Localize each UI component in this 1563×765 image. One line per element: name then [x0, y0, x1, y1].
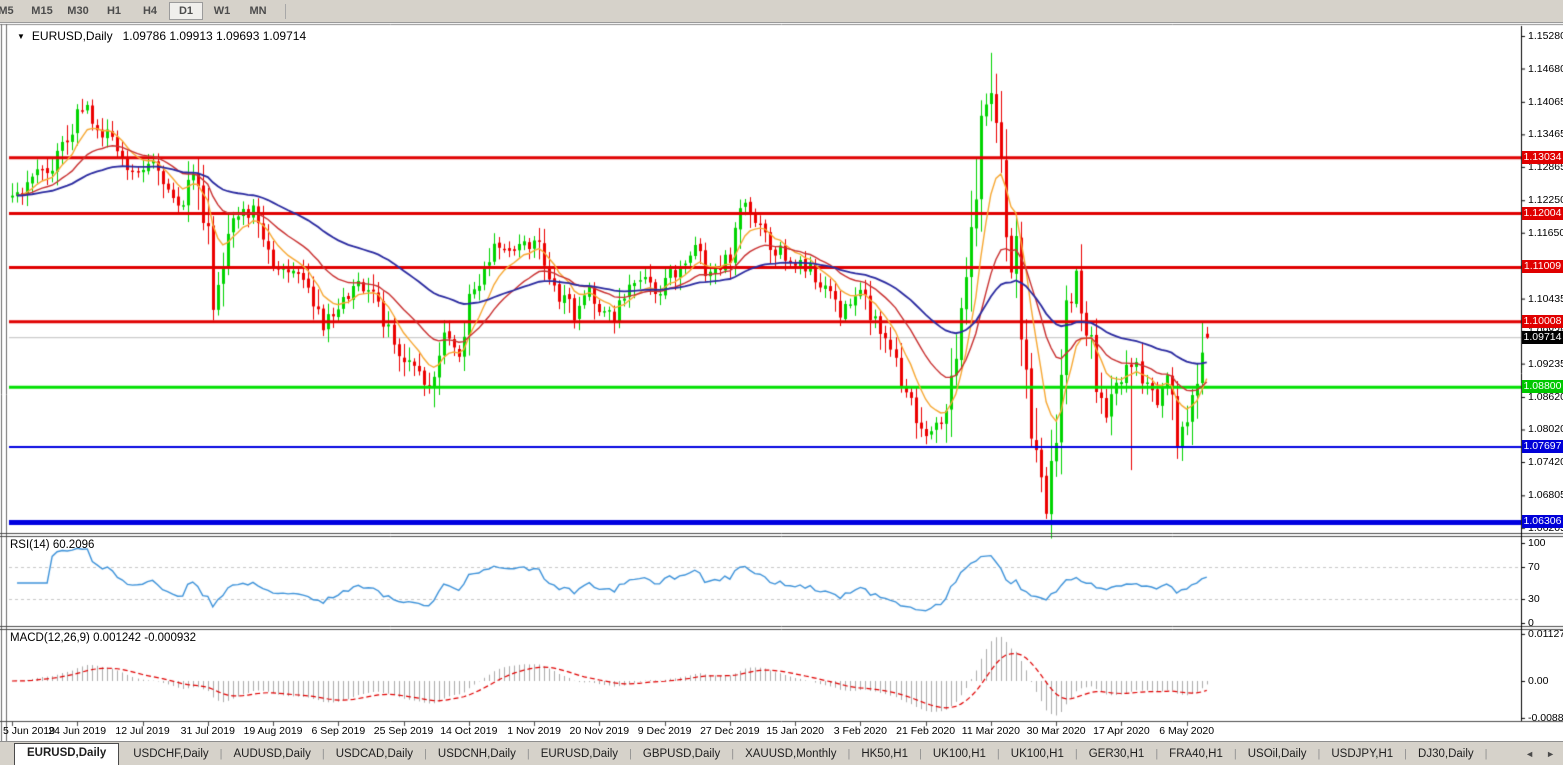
date-axis-label: 6 Sep 2019: [311, 725, 365, 737]
tab-usoil-daily[interactable]: USOil,Daily: [1238, 744, 1317, 764]
tab-eurusd-daily[interactable]: EURUSD,Daily: [14, 743, 119, 765]
tab-usdjpy-h1[interactable]: USDJPY,H1: [1321, 744, 1403, 764]
date-axis-label: 5 Jun 2019: [3, 725, 55, 737]
chart-menu-triangle-icon[interactable]: ▼: [17, 32, 25, 41]
macd-indicator-label: MACD(12,26,9) 0.001242 -0.000932: [10, 632, 196, 644]
tab-scroll-arrows: ◄ ►: [1525, 749, 1555, 759]
date-axis-label: 15 Jan 2020: [766, 725, 824, 737]
price-axis-tick: 1.08020: [1528, 423, 1563, 435]
date-axis-label: 17 Apr 2020: [1093, 725, 1150, 737]
date-axis-label: 19 Aug 2019: [244, 725, 303, 737]
date-axis-label: 25 Sep 2019: [374, 725, 434, 737]
chart-title-symbol: EURUSD,Daily: [32, 29, 113, 43]
tab-xauusd-monthly[interactable]: XAUUSD,Monthly: [735, 744, 846, 764]
tab-scroll-right-icon[interactable]: ►: [1546, 749, 1555, 759]
date-axis-label: 30 Mar 2020: [1027, 725, 1086, 737]
price-level-label: 1.10008: [1522, 315, 1563, 328]
price-axis-tick: 1.06805: [1528, 489, 1563, 501]
date-axis-label: 11 Mar 2020: [962, 725, 1020, 737]
timeframe-d1[interactable]: D1: [169, 2, 203, 20]
timeframe-w1[interactable]: W1: [205, 2, 239, 20]
date-axis-label: 12 Jul 2019: [115, 725, 169, 737]
chart-tab-bar: EURUSD,DailyUSDCHF,Daily|AUDUSD,Daily|US…: [0, 741, 1563, 765]
price-chart-canvas[interactable]: [0, 0, 1563, 765]
date-axis-label: 20 Nov 2019: [570, 725, 630, 737]
timeframe-h1[interactable]: H1: [97, 2, 131, 20]
tab-usdcnh-daily[interactable]: USDCNH,Daily: [428, 744, 526, 764]
tab-eurusd-daily[interactable]: EURUSD,Daily: [531, 744, 628, 764]
date-axis-label: 9 Dec 2019: [638, 725, 692, 737]
trading-platform-window: { "toolbar": { "timeframes": ["M5","M15"…: [0, 0, 1563, 765]
rsi-scale-tick: 30: [1528, 593, 1540, 605]
price-level-label: 1.13034: [1522, 151, 1563, 164]
tab-ger30-h1[interactable]: GER30,H1: [1079, 744, 1155, 764]
price-axis-tick: 1.14680: [1528, 63, 1563, 75]
price-level-label: 1.09714: [1522, 331, 1563, 344]
tab-fra40-h1[interactable]: FRA40,H1: [1159, 744, 1233, 764]
tab-usdcad-daily[interactable]: USDCAD,Daily: [326, 744, 423, 764]
timeframe-h4[interactable]: H4: [133, 2, 167, 20]
date-axis-label: 3 Feb 2020: [834, 725, 887, 737]
date-axis-label: 31 Jul 2019: [181, 725, 235, 737]
tab-uk100-h1[interactable]: UK100,H1: [1001, 744, 1074, 764]
price-axis-tick: 1.07420: [1528, 456, 1563, 468]
tab-separator: |: [1484, 748, 1489, 760]
price-axis-tick: 1.12250: [1528, 194, 1563, 206]
tab-gbpusd-daily[interactable]: GBPUSD,Daily: [633, 744, 730, 764]
date-axis-label: 21 Feb 2020: [896, 725, 955, 737]
chart-title-ohlc: 1.09786 1.09913 1.09693 1.09714: [123, 29, 307, 43]
rsi-indicator-label: RSI(14) 60.2096: [10, 539, 94, 551]
timeframe-buttons: M5M15M30H1H4D1W1MN: [0, 2, 276, 20]
tab-uk100-h1[interactable]: UK100,H1: [923, 744, 996, 764]
price-level-label: 1.08800: [1522, 380, 1563, 393]
tab-usdchf-daily[interactable]: USDCHF,Daily: [123, 744, 218, 764]
price-axis-tick: 1.14065: [1528, 96, 1563, 108]
tab-hk50-h1[interactable]: HK50,H1: [851, 744, 918, 764]
timeframe-toolbar: M5M15M30H1H4D1W1MN: [0, 0, 1563, 23]
date-axis-label: 27 Dec 2019: [700, 725, 760, 737]
price-level-label: 1.12004: [1522, 207, 1563, 220]
macd-scale-tick: 0.00: [1528, 675, 1548, 687]
price-level-label: 1.11009: [1522, 260, 1563, 273]
price-axis-tick: 1.15280: [1528, 30, 1563, 42]
macd-scale-tick: -0.008845: [1528, 712, 1563, 724]
price-level-label: 1.07697: [1522, 440, 1563, 453]
timeframe-m15[interactable]: M15: [25, 2, 59, 20]
chart-tabs: EURUSD,DailyUSDCHF,Daily|AUDUSD,Daily|US…: [14, 743, 1489, 765]
toolbar-separator: [285, 4, 286, 19]
tab-scroll-left-icon[interactable]: ◄: [1525, 749, 1534, 759]
chart-title: ▼ EURUSD,Daily 1.09786 1.09913 1.09693 1.0…: [17, 29, 306, 43]
timeframe-mn[interactable]: MN: [241, 2, 275, 20]
macd-scale-tick: 0.011277: [1528, 628, 1563, 640]
date-axis-label: 24 Jun 2019: [48, 725, 106, 737]
tab-audusd-daily[interactable]: AUDUSD,Daily: [224, 744, 321, 764]
price-axis-tick: 1.13465: [1528, 128, 1563, 140]
price-axis-tick: 1.10435: [1528, 293, 1563, 305]
tab-dj30-daily[interactable]: DJ30,Daily: [1408, 744, 1484, 764]
timeframe-m5[interactable]: M5: [0, 2, 23, 20]
date-axis-label: 1 Nov 2019: [507, 725, 561, 737]
date-axis-label: 14 Oct 2019: [440, 725, 497, 737]
timeframe-m30[interactable]: M30: [61, 2, 95, 20]
rsi-scale-tick: 100: [1528, 537, 1546, 549]
rsi-scale-tick: 70: [1528, 561, 1540, 573]
price-level-label: 1.06306: [1522, 515, 1563, 528]
price-axis-tick: 1.09235: [1528, 358, 1563, 370]
date-axis-label: 6 May 2020: [1159, 725, 1214, 737]
price-axis-tick: 1.11650: [1528, 227, 1563, 239]
